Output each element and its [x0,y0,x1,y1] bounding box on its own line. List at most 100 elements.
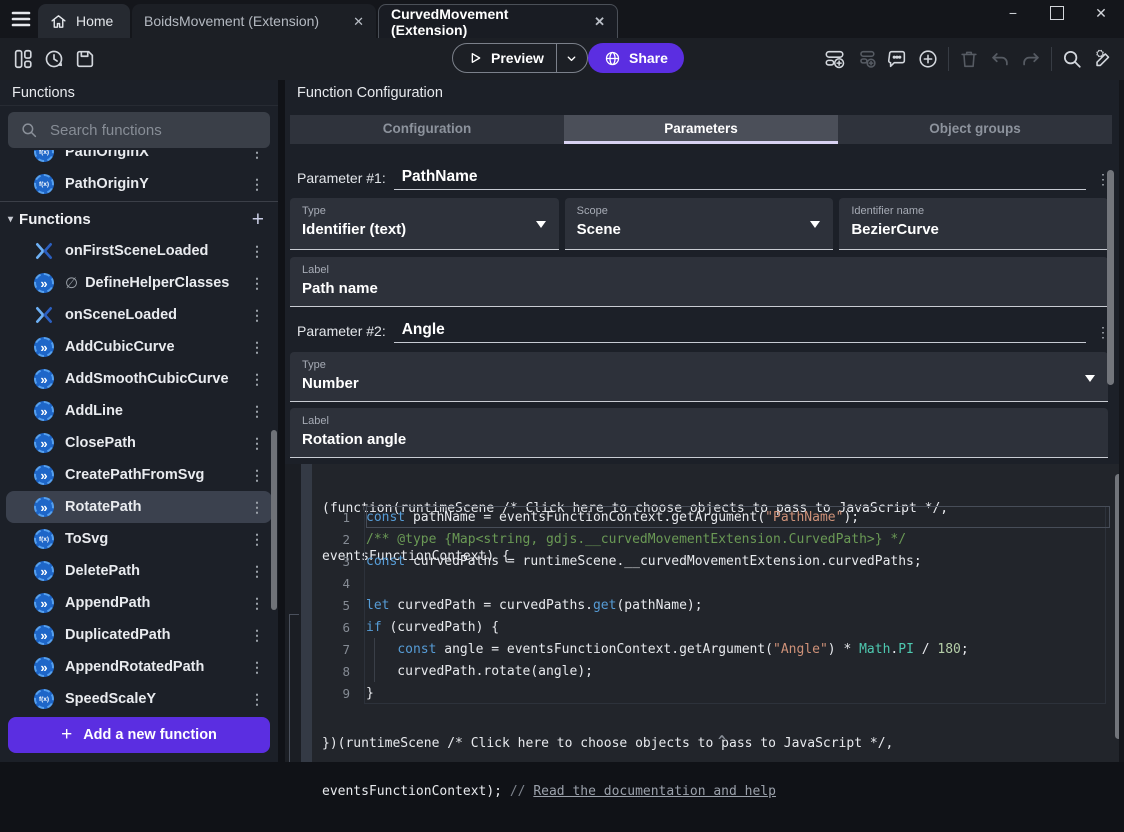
add-function-plus-icon[interactable]: + [252,209,264,230]
functions-section-header[interactable]: ▾ Functions + [0,203,278,235]
code-line-content[interactable]: const pathName = eventsFunctionContext.g… [366,506,1110,528]
param1-label-input[interactable]: Label Path name [290,257,1108,307]
code-line-content[interactable]: const curvedPaths = runtimeScene.__curve… [366,550,1110,572]
tab-configuration[interactable]: Configuration [290,115,564,144]
function-item-SpeedScaleY[interactable]: f(x)SpeedScaleY⋮ [6,683,272,712]
function-item-menu-button[interactable]: ⋮ [250,563,264,580]
event-drag-handle[interactable] [301,464,312,762]
function-item-ToSvg[interactable]: f(x)ToSvg⋮ [6,523,272,555]
function-item-menu-button[interactable]: ⋮ [250,467,264,484]
function-item-AppendRotatedPath[interactable]: »AppendRotatedPath⋮ [6,651,272,683]
function-item-menu-button[interactable]: ⋮ [250,659,264,676]
tab-home[interactable]: Home [38,4,130,38]
function-item-onSceneLoaded[interactable]: onSceneLoaded⋮ [6,299,272,331]
function-item-menu-button[interactable]: ⋮ [250,595,264,612]
collapse-caret-icon[interactable]: ▾ [8,214,13,225]
function-item-menu-button[interactable]: ⋮ [250,691,264,708]
magic-pencil-icon[interactable] [1092,48,1114,70]
code-line-content[interactable]: let curvedPath = curvedPaths.get(pathNam… [366,594,1110,616]
preview-dropdown-button[interactable] [556,44,587,72]
code-line-1[interactable]: 1const pathName = eventsFunctionContext.… [312,506,1110,528]
documentation-link[interactable]: Read the documentation and help [533,784,776,799]
share-button[interactable]: Share [588,43,684,73]
code-line-5[interactable]: 5let curvedPath = curvedPaths.get(pathNa… [312,594,1110,616]
sidebar-scrollbar[interactable] [271,430,277,610]
function-item-menu-button[interactable]: ⋮ [250,627,264,644]
param1-type-select[interactable]: Type Identifier (text) [290,198,559,250]
function-item-AddSmoothCubicCurve[interactable]: »AddSmoothCubicCurve⋮ [6,363,272,395]
minimize-button[interactable]: − [1006,6,1020,20]
collapse-editor-caret[interactable]: ^ [718,734,726,749]
search-functions-input[interactable] [48,121,258,140]
preview-main[interactable]: Preview [453,44,556,72]
code-line-3[interactable]: 3const curvedPaths = runtimeScene.__curv… [312,550,1110,572]
function-item-menu-button[interactable]: ⋮ [250,435,264,452]
function-item-RotatePath[interactable]: »RotatePath⋮ [6,491,272,523]
code-editor[interactable]: (function(runtimeScene /* Click here to … [312,464,1124,762]
undo-icon[interactable] [989,48,1011,70]
close-tab-icon[interactable]: ✕ [353,15,364,28]
add-event-icon[interactable] [824,48,846,70]
function-item-PathOriginY[interactable]: f(x)PathOriginY⋮ [6,168,272,200]
function-item-ClosePath[interactable]: »ClosePath⋮ [6,427,272,459]
code-line-2[interactable]: 2/** @type {Map<string, gdjs.__curvedMov… [312,528,1110,550]
close-window-button[interactable]: ✕ [1094,6,1108,20]
function-item-menu-button[interactable]: ⋮ [250,150,264,161]
tab-parameters[interactable]: Parameters [564,115,838,144]
function-item-DuplicatedPath[interactable]: »DuplicatedPath⋮ [6,619,272,651]
function-item-AddLine[interactable]: »AddLine⋮ [6,395,272,427]
param2-label-input[interactable]: Label Rotation angle [290,408,1108,458]
code-line-8[interactable]: 8 curvedPath.rotate(angle); [312,660,1110,682]
panels-layout-icon[interactable] [12,48,34,70]
delete-icon[interactable] [958,48,980,70]
code-line-content[interactable]: } [366,682,1110,704]
function-item-menu-button[interactable]: ⋮ [250,176,264,193]
close-tab-icon[interactable]: ✕ [594,15,605,28]
tab-boidsmovement[interactable]: BoidsMovement (Extension) ✕ [132,4,376,38]
code-line-6[interactable]: 6if (curvedPath) { [312,616,1110,638]
preview-button[interactable]: Preview [452,43,588,73]
code-line-content[interactable]: const angle = eventsFunctionContext.getA… [366,638,1110,660]
code-line-4[interactable]: 4 [312,572,1110,594]
code-lines[interactable]: 1const pathName = eventsFunctionContext.… [312,506,1110,704]
function-item-CreatePathFromSvg[interactable]: »CreatePathFromSvg⋮ [6,459,272,491]
function-item-onFirstSceneLoaded[interactable]: onFirstSceneLoaded⋮ [6,235,272,267]
redo-icon[interactable] [1020,48,1042,70]
save-icon[interactable] [74,48,96,70]
param1-identifier-input[interactable]: Identifier name BezierCurve [839,198,1108,250]
parameter-2-name-input[interactable]: Angle [394,321,1086,343]
code-footer-line[interactable]: })(runtimeScene /* Click here to choose … [322,736,893,752]
function-item-menu-button[interactable]: ⋮ [250,339,264,356]
tab-curvedmovement-active[interactable]: CurvedMovement (Extension) ✕ [378,4,618,38]
function-item-menu-button[interactable]: ⋮ [250,499,264,516]
code-line-content[interactable] [366,572,1110,594]
function-item-menu-button[interactable]: ⋮ [250,371,264,388]
add-new-function-button[interactable]: + Add a new function [8,717,270,753]
code-line-9[interactable]: 9} [312,682,1110,704]
code-line-content[interactable]: if (curvedPath) { [366,616,1110,638]
code-line-content[interactable]: curvedPath.rotate(angle); [366,660,1110,682]
add-circle-icon[interactable] [917,48,939,70]
add-subevent-icon[interactable] [855,48,877,70]
parameters-scrollbar[interactable] [1107,170,1114,385]
function-item-DeletePath[interactable]: »DeletePath⋮ [6,555,272,587]
search-icon[interactable] [1061,48,1083,70]
param2-type-select[interactable]: Type Number [290,352,1108,402]
function-item-AddCubicCurve[interactable]: »AddCubicCurve⋮ [6,331,272,363]
tab-object-groups[interactable]: Object groups [838,115,1112,144]
history-icon[interactable] [43,48,65,70]
function-item-DefineHelperClasses[interactable]: »∅DefineHelperClasses⋮ [6,267,272,299]
code-line-7[interactable]: 7 const angle = eventsFunctionContext.ge… [312,638,1110,660]
maximize-button[interactable] [1050,6,1064,20]
function-item-menu-button[interactable]: ⋮ [250,307,264,324]
function-item-menu-button[interactable]: ⋮ [250,531,264,548]
search-functions-box[interactable] [8,112,270,148]
parameter-1-name-input[interactable]: PathName [394,168,1086,190]
function-item-AppendPath[interactable]: »AppendPath⋮ [6,587,272,619]
function-item-PathOriginX[interactable]: f(x)PathOriginX⋮ [6,150,272,168]
function-item-menu-button[interactable]: ⋮ [250,403,264,420]
function-item-menu-button[interactable]: ⋮ [250,275,264,292]
add-comment-icon[interactable] [886,48,908,70]
code-line-content[interactable]: /** @type {Map<string, gdjs.__curvedMove… [366,528,1110,550]
param1-scope-select[interactable]: Scope Scene [565,198,834,250]
